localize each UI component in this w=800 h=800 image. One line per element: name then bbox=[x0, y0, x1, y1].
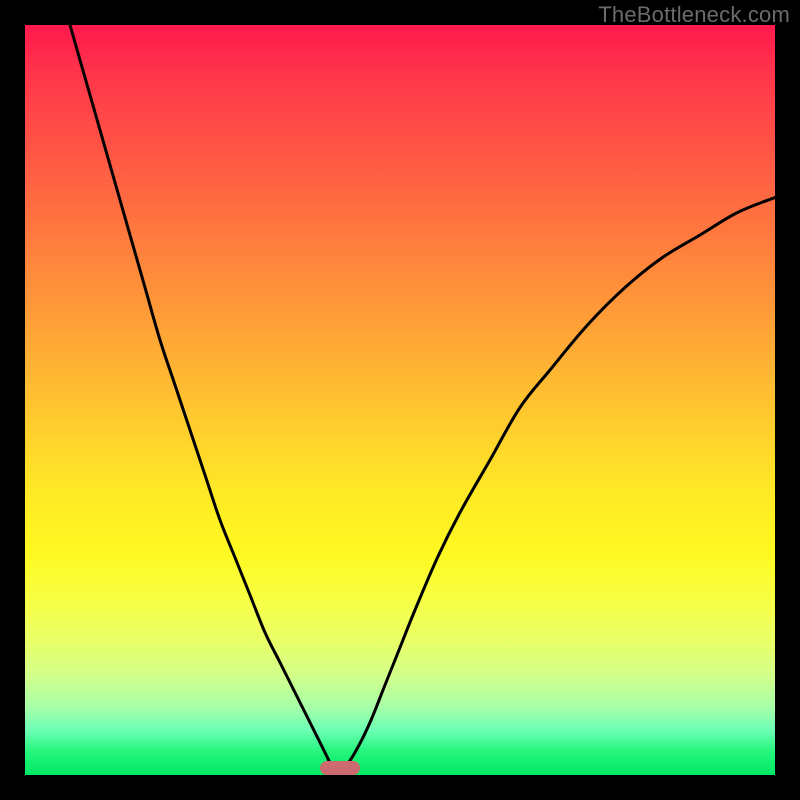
curve-left bbox=[70, 25, 340, 775]
curve-right bbox=[340, 198, 775, 776]
watermark-text: TheBottleneck.com bbox=[598, 2, 790, 28]
curves-svg bbox=[25, 25, 775, 775]
minimum-marker bbox=[320, 761, 360, 775]
plot-area bbox=[25, 25, 775, 775]
chart-frame: TheBottleneck.com bbox=[0, 0, 800, 800]
